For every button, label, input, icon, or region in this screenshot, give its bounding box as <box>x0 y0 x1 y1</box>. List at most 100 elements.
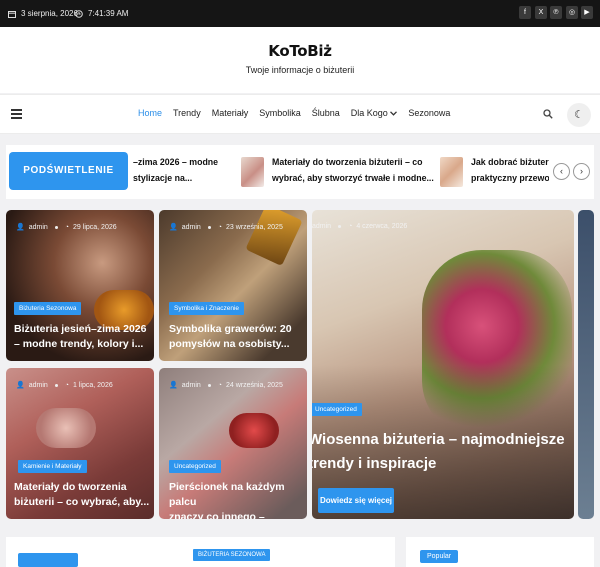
ticker-thumbnail-3[interactable] <box>440 157 463 187</box>
post-date: 24 września, 2025 <box>226 381 283 389</box>
featured-post[interactable]: admin ◔ 4 czerwca, 2026 Uncategorized Wio… <box>312 210 574 519</box>
ticker-item-3-line1: Jak dobrać biżuterię <box>471 157 549 167</box>
next-featured-preview[interactable] <box>578 210 594 519</box>
ticker-next-button[interactable]: › <box>573 163 590 180</box>
ticker-item-1-line2: stylizacje na... <box>133 173 193 183</box>
post-card[interactable]: 👤 admin ◔ 23 września, 2025 Symbolika i Zn… <box>159 210 307 361</box>
category-badge[interactable]: BIŻUTERIA SEZONOWA <box>193 549 271 561</box>
nav-item-dla-kogo-label: Dla Kogo <box>350 108 388 118</box>
read-more-button[interactable]: Dowiedz się więcej <box>318 488 394 513</box>
facebook-icon[interactable]: f <box>519 6 531 19</box>
highlight-ticker: PODŚWIETLENIE –zima 2026 – modne styliza… <box>6 145 594 199</box>
meta-separator <box>338 225 342 228</box>
featured-title[interactable]: Wiosenna biżuteria – najmodniejsze trend… <box>312 428 574 476</box>
featured-title-line1: Wiosenna biżuteria – najmodniejsze <box>312 431 565 448</box>
post-title[interactable]: Biżuteria jesień–zima 2026 – modne trend… <box>14 322 150 352</box>
post-meta: admin ◔ 4 czerwca, 2026 <box>312 223 407 230</box>
card-image-accent <box>229 413 279 448</box>
clock-icon <box>75 9 83 18</box>
post-card[interactable]: 👤 admin ◔ 24 września, 2025 Uncategorized … <box>159 368 307 519</box>
nav-item-symbolika[interactable]: Symbolika <box>259 108 301 118</box>
ticker-item-1-line1: –zima 2026 – modne <box>133 157 219 167</box>
ticker-item-2[interactable]: Materiały do tworzenia biżuterii – co wy… <box>272 154 434 186</box>
post-date: 23 września, 2025 <box>226 223 283 231</box>
bottom-thumbnail[interactable] <box>18 553 78 567</box>
menu-icon[interactable] <box>11 109 22 119</box>
x-icon[interactable]: X <box>535 6 547 19</box>
post-card[interactable]: 👤 admin ◔ 29 lipca, 2026 Biżuteria Sezonow… <box>6 210 154 361</box>
chevron-left-icon: ‹ <box>560 166 563 176</box>
current-time: 7:41:39 AM <box>88 9 129 18</box>
post-meta: 👤 admin ◔ 29 lipca, 2026 <box>16 223 117 232</box>
category-badge[interactable]: Uncategorized <box>312 403 362 416</box>
category-badge[interactable]: Uncategorized <box>169 460 221 473</box>
time-display: 7:41:39 AM <box>75 9 128 18</box>
bottom-section: BIŻUTERIA SEZONOWA <box>6 537 395 567</box>
meta-separator <box>207 383 211 387</box>
popular-tab[interactable]: Popular <box>420 550 459 563</box>
site-tagline: Twoje informacje o biżuterii <box>245 65 355 75</box>
ticker-thumbnail-2[interactable] <box>241 157 264 187</box>
ticker-prev-button[interactable]: ‹ <box>553 163 570 180</box>
post-title-line1: Symbolika grawerów: 20 <box>169 323 292 335</box>
post-date: 29 lipca, 2026 <box>73 223 117 231</box>
post-title[interactable]: Symbolika grawerów: 20 pomysłów na osobi… <box>169 322 303 352</box>
category-badge[interactable]: Biżuteria Sezonowa <box>14 302 82 315</box>
post-card[interactable]: 👤 admin ◔ 1 lipca, 2026 Kamienie i Materia… <box>6 368 154 519</box>
user-icon: 👤 <box>169 382 178 389</box>
ticker-item-1[interactable]: –zima 2026 – modne stylizacje na... <box>133 154 218 186</box>
post-author[interactable]: admin <box>182 382 201 389</box>
post-title-line2: biżuterii – co wybrać, aby... <box>14 496 150 508</box>
ticker-item-3[interactable]: Jak dobrać biżuterię praktyczny przewod <box>471 154 549 186</box>
post-title-line2: – modne trendy, kolory i... <box>14 338 144 350</box>
post-title[interactable]: Pierścionek na każdym palcu znaczy co in… <box>169 480 305 519</box>
pinterest-icon[interactable]: ℗ <box>550 6 562 19</box>
site-title[interactable]: KoToBiż <box>0 42 600 60</box>
post-meta: 👤 admin ◔ 1 lipca, 2026 <box>16 381 113 390</box>
user-icon: 👤 <box>169 224 178 231</box>
nav-item-trendy[interactable]: Trendy <box>173 108 201 118</box>
post-title-line2: pomysłów na osobisty... <box>169 338 290 350</box>
chevron-right-icon: › <box>580 166 583 176</box>
post-title[interactable]: Materiały do tworzenia biżuterii – co wy… <box>14 480 150 510</box>
post-author[interactable]: admin <box>29 224 48 231</box>
category-badge[interactable]: Kamienie i Materiały <box>18 460 87 473</box>
dark-mode-toggle[interactable]: ☾ <box>567 103 591 127</box>
category-badge[interactable]: Symbolika i Znaczenie <box>169 302 245 315</box>
chevron-down-icon <box>390 111 398 116</box>
post-author[interactable]: admin <box>312 223 331 230</box>
nav-item-dla-kogo[interactable]: Dla Kogo <box>351 108 398 118</box>
card-image-accent <box>245 210 303 267</box>
post-author[interactable]: admin <box>182 224 201 231</box>
instagram-icon[interactable]: ◎ <box>566 6 578 19</box>
card-image-accent <box>36 408 96 448</box>
post-title-line1: Pierścionek na każdym palcu <box>169 481 285 508</box>
clock-icon: ◔ <box>64 223 70 231</box>
post-date: 4 czerwca, 2026 <box>356 223 408 230</box>
moon-icon: ☾ <box>574 109 584 121</box>
featured-title-line2: trendy i inspiracje <box>312 455 437 472</box>
ticker-item-3-line2: praktyczny przewod <box>471 173 549 183</box>
site-header: KoToBiż Twoje informacje o biżuterii <box>0 27 600 93</box>
post-meta: 👤 admin ◔ 24 września, 2025 <box>169 381 283 390</box>
nav-item-slubna[interactable]: Ślubna <box>312 108 340 118</box>
ticker-item-2-line1: Materiały do tworzenia biżuterii – co <box>272 157 423 167</box>
ticker-item-2-line2: wybrać, aby stworzyć trwałe i modne... <box>272 173 434 183</box>
post-date: 1 lipca, 2026 <box>73 381 113 389</box>
post-title-line2: znaczy co innego – sprawd... <box>169 511 265 519</box>
post-author[interactable]: admin <box>29 382 48 389</box>
main-navigation: Home Trendy Materiały Symbolika Ślubna D… <box>0 94 600 134</box>
post-title-line1: Biżuteria jesień–zima 2026 <box>14 323 147 335</box>
search-icon[interactable] <box>543 109 553 119</box>
nav-item-materialy[interactable]: Materiały <box>212 108 249 118</box>
user-icon: 👤 <box>16 224 25 231</box>
date-display: 3 sierpnia, 2026 <box>8 9 78 18</box>
user-icon: 👤 <box>16 382 25 389</box>
youtube-icon[interactable]: ▶ <box>581 6 593 19</box>
nav-links: Home Trendy Materiały Symbolika Ślubna D… <box>138 108 461 118</box>
nav-item-home[interactable]: Home <box>138 108 162 118</box>
clock-icon: ◔ <box>217 381 223 389</box>
nav-item-sezonowa[interactable]: Sezonowa <box>408 108 450 118</box>
highlight-label: PODŚWIETLENIE <box>9 152 128 190</box>
post-meta: 👤 admin ◔ 23 września, 2025 <box>169 223 283 232</box>
